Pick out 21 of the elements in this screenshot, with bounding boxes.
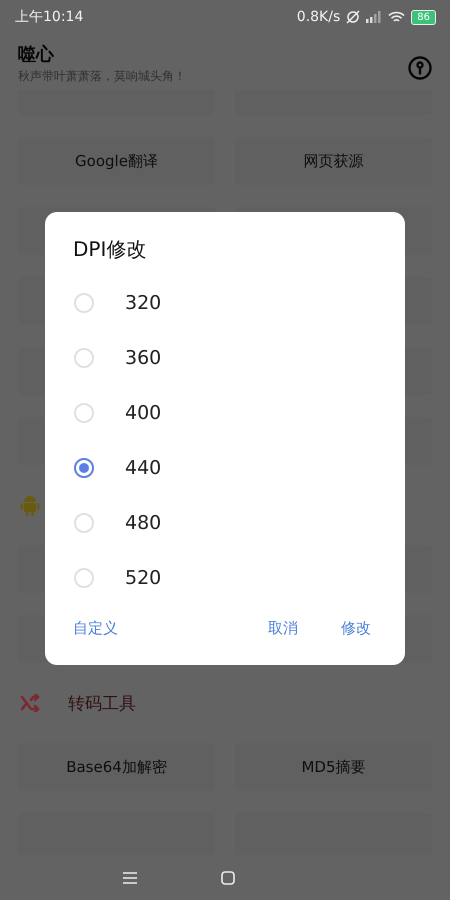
option-label: 440 [125, 456, 162, 478]
menu-icon[interactable] [123, 872, 137, 884]
section-title: 转码工具 [68, 692, 136, 714]
option-label: 320 [125, 292, 162, 314]
wifi-icon [388, 10, 406, 24]
confirm-button[interactable]: 修改 [341, 615, 371, 642]
option-label: 480 [125, 512, 162, 534]
home-icon[interactable] [221, 870, 235, 884]
app-title: 噬心 [18, 43, 56, 66]
option-label: 400 [125, 402, 162, 424]
radio-button[interactable] [74, 458, 94, 478]
status-time: 上午10:14 [15, 8, 84, 26]
option-label: 360 [125, 346, 162, 368]
dialog-title: DPI修改 [72, 236, 148, 263]
battery-level: 86 [411, 10, 436, 24]
network-speed: 0.8K/s [296, 9, 340, 25]
info-icon[interactable] [408, 56, 432, 80]
cancel-button[interactable]: 取消 [268, 615, 298, 642]
option-label: 520 [125, 566, 162, 588]
custom-button[interactable]: 自定义 [73, 615, 118, 642]
signal-icon [366, 11, 382, 23]
